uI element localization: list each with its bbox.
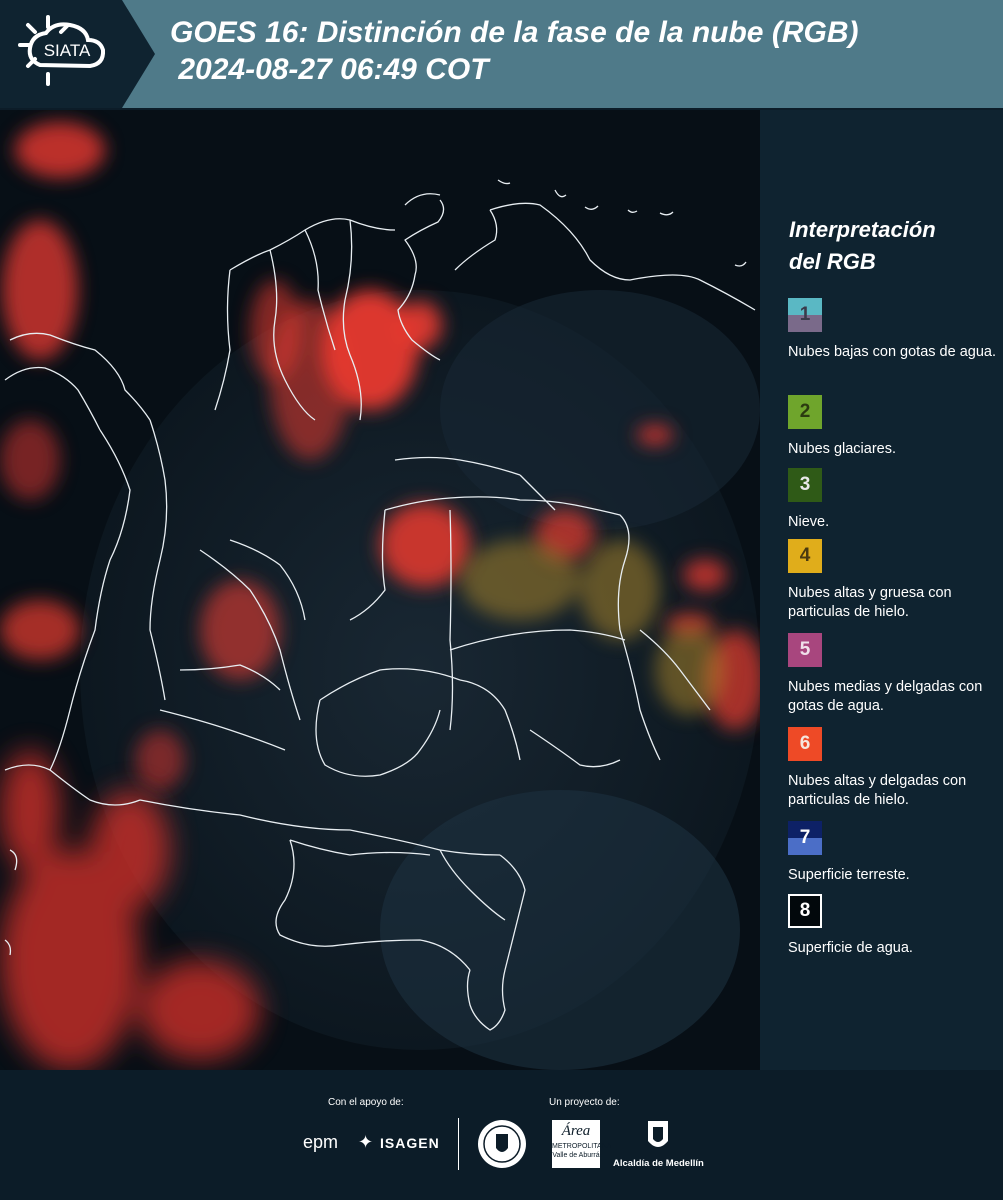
- legend-item-2: 2 Nubes glaciares.: [788, 395, 1003, 459]
- area-logo-sub: METROPOLITANA: [552, 1143, 612, 1150]
- area-metropolitana-logo: Área METROPOLITANA Valle de Aburrá: [552, 1120, 612, 1168]
- legend-swatch-7: 7: [788, 821, 822, 855]
- isagen-star-icon: ✦: [358, 1132, 374, 1152]
- medellin-seal-icon: [478, 1120, 526, 1168]
- epm-logo: epm: [303, 1132, 339, 1152]
- title-line-product: GOES 16: Distinción de la fase de la nub…: [170, 16, 859, 49]
- satellite-map[interactable]: [0, 110, 760, 1070]
- header-bar: SIATA GOES 16: Distinción de la fase de …: [0, 0, 1003, 108]
- legend-text-3: Nieve.: [788, 514, 830, 530]
- svg-text:SIATA: SIATA: [44, 41, 91, 60]
- legend-item-4: 4 Nubes altas y gruesa con particulas de…: [788, 539, 1003, 622]
- siata-logo: SIATA: [18, 15, 106, 86]
- area-logo-name: Área: [561, 1123, 591, 1139]
- title-line-datetime: 2024-08-27 06:49 COT: [170, 53, 489, 86]
- siata-logo-panel: SIATA: [0, 0, 155, 108]
- footer-sponsors: Con el apoyo de: Un proyecto de: epm ✦ I…: [0, 1070, 1003, 1200]
- legend-text-1: Nubes bajas con gotas de agua.: [788, 344, 996, 360]
- area-logo-sub2: Valle de Aburrá: [552, 1152, 600, 1159]
- legend-title: Interpretación del RGB: [789, 214, 936, 278]
- legend-swatch-5: 5: [788, 633, 822, 667]
- legend-text-8: Superficie de agua.: [788, 940, 913, 956]
- legend-swatch-8: 8: [788, 894, 822, 928]
- legend-item-1: 1 Nubes bajas con gotas de agua.: [788, 298, 1003, 362]
- legend-item-6: 6 Nubes altas y delgadas con particulas …: [788, 727, 1003, 810]
- project-label: Un proyecto de:: [549, 1097, 620, 1108]
- alcaldia-shield-icon: [648, 1121, 668, 1147]
- legend-title-line2: del RGB: [789, 249, 876, 274]
- legend-title-line1: Interpretación: [789, 217, 936, 242]
- isagen-logo: ISAGEN: [380, 1135, 440, 1151]
- legend-text-7: Superficie terreste.: [788, 867, 910, 883]
- legend-swatch-4: 4: [788, 539, 822, 573]
- legend-item-8: 8 Superficie de agua.: [788, 894, 1003, 958]
- legend-swatch-6: 6: [788, 727, 822, 761]
- alcaldia-logo-text: Alcaldía de Medellín: [613, 1158, 704, 1169]
- legend-text-2: Nubes glaciares.: [788, 441, 896, 457]
- legend-swatch-1: 1: [788, 298, 822, 332]
- page-title: GOES 16: Distinción de la fase de la nub…: [170, 14, 858, 88]
- legend-item-7: 7 Superficie terreste.: [788, 821, 1003, 885]
- legend-text-6: Nubes altas y delgadas con particulas de…: [788, 773, 967, 808]
- support-label: Con el apoyo de:: [328, 1097, 404, 1108]
- legend-text-5: Nubes medias y delgadas con gotas de agu…: [788, 679, 983, 714]
- legend-swatch-3: 3: [788, 468, 822, 502]
- legend-swatch-2: 2: [788, 395, 822, 429]
- footer-divider: [458, 1118, 459, 1170]
- satellite-rgb-image: [0, 110, 760, 1070]
- legend-text-4: Nubes altas y gruesa con particulas de h…: [788, 585, 952, 620]
- legend-item-3: 3 Nieve.: [788, 468, 1003, 532]
- legend-panel: Interpretación del RGB 1 Nubes bajas con…: [760, 110, 1003, 1070]
- legend-item-5: 5 Nubes medias y delgadas con gotas de a…: [788, 633, 1003, 716]
